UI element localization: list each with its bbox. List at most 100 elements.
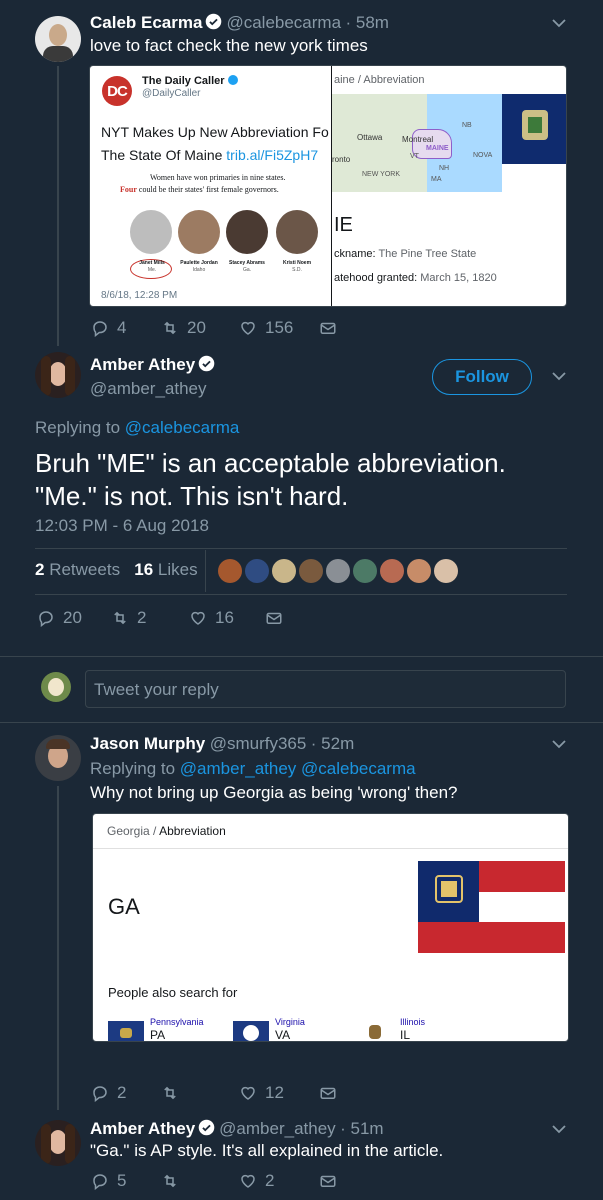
retweet-button[interactable]	[161, 1084, 239, 1102]
heart-icon	[241, 321, 255, 335]
avatar[interactable]	[35, 735, 81, 781]
like-button[interactable]: 2	[239, 1171, 319, 1191]
follow-button[interactable]: Follow	[432, 359, 532, 395]
verified-badge-icon	[198, 1119, 215, 1136]
reply-button[interactable]: 20	[37, 608, 111, 628]
tweet-time[interactable]: · 58m	[346, 13, 389, 32]
chevron-down-icon[interactable]	[552, 740, 566, 749]
tweet-media-image[interactable]: DC The Daily Caller @DailyCaller NYT Mak…	[89, 65, 567, 307]
chevron-down-icon[interactable]	[552, 1125, 566, 1134]
candidate-sublabel: Me.	[147, 267, 157, 273]
dc-excerpt-2: Four could be their states' first female…	[120, 185, 279, 194]
section-divider	[0, 656, 603, 657]
tweet-time[interactable]: · 51m	[340, 1119, 383, 1138]
illinois-flag[interactable]	[363, 1021, 387, 1041]
reply-button[interactable]: 4	[91, 318, 161, 338]
verified-badge-icon	[206, 13, 222, 30]
chevron-down-icon[interactable]	[552, 19, 566, 28]
like-button[interactable]: 12	[239, 1083, 319, 1103]
candidate-sublabel: Idaho	[192, 267, 206, 273]
tweet-media-image[interactable]: Georgia / Abbreviation GA People also se…	[92, 813, 569, 1042]
candidate-sublabel: Ga.	[242, 267, 252, 273]
direct-message-button[interactable]	[319, 1172, 345, 1190]
candidate-photo	[178, 210, 220, 254]
dc-name: The Daily Caller	[142, 75, 238, 87]
retweet-button[interactable]	[161, 1172, 239, 1190]
like-count: 156	[265, 318, 294, 337]
pennsylvania-flag[interactable]	[108, 1021, 144, 1041]
reply-icon	[93, 1086, 107, 1102]
thread-line	[57, 66, 59, 346]
author-name[interactable]: Amber Athey	[90, 1119, 195, 1138]
tweet-timestamp[interactable]: 12:03 PM - 6 Aug 2018	[35, 516, 209, 536]
reply-icon	[93, 321, 107, 337]
like-count: 16	[215, 608, 234, 627]
related-state-name[interactable]: Pennsylvania	[150, 1017, 204, 1027]
retweet-icon	[164, 321, 176, 335]
retweet-icon	[164, 1174, 176, 1188]
related-state-name[interactable]: Illinois	[400, 1017, 425, 1027]
main-tweet-text: Bruh "ME" is an acceptable abbreviation.…	[35, 448, 506, 511]
tweet-actions: 2 12	[91, 1083, 345, 1103]
tweet-header: Jason Murphy @smurfy365 · 52m	[90, 734, 354, 754]
tweet-actions: 20 2 16	[37, 608, 291, 628]
heart-icon	[191, 611, 205, 625]
direct-message-button[interactable]	[319, 1084, 345, 1102]
retweets-stat[interactable]: 2 Retweets	[35, 560, 120, 579]
retweet-count: 20	[187, 318, 206, 337]
likers-avatars[interactable]	[218, 559, 463, 585]
map-image: NB Ottawa Montreal MAINE NOVA VT ronto N…	[332, 94, 502, 192]
like-button[interactable]: 16	[189, 608, 265, 628]
author-handle[interactable]: @amber_athey	[219, 1119, 336, 1138]
like-button[interactable]: 156	[239, 318, 319, 338]
divider	[35, 548, 567, 549]
reply-mention-link[interactable]: @calebecarma	[125, 418, 240, 437]
author-name[interactable]: Amber Athey	[90, 355, 219, 375]
candidate-photo	[130, 210, 172, 254]
author-handle[interactable]: @smurfy365	[210, 734, 307, 753]
reply-mention-link[interactable]: @amber_athey @calebecarma	[180, 759, 416, 778]
reply-count: 20	[63, 608, 82, 627]
like-count: 12	[265, 1083, 284, 1102]
avatar[interactable]	[35, 16, 81, 62]
related-state-name[interactable]: Virginia	[275, 1017, 305, 1027]
tweet-text: love to fact check the new york times	[90, 36, 368, 55]
author-name[interactable]: Caleb Ecarma	[90, 13, 202, 32]
tweet-text: Why not bring up Georgia as being 'wrong…	[90, 783, 458, 802]
retweet-button[interactable]: 20	[161, 318, 239, 338]
tweet-time[interactable]: · 52m	[311, 734, 354, 753]
thread-line	[57, 786, 59, 1110]
reply-button[interactable]: 5	[91, 1171, 161, 1191]
envelope-icon	[320, 322, 336, 334]
candidate-photo	[226, 210, 268, 254]
likes-stat[interactable]: 16 Likes	[134, 560, 197, 579]
divider	[35, 594, 567, 595]
author-name[interactable]: Jason Murphy	[90, 734, 205, 753]
dc-logo: DC	[102, 76, 132, 106]
envelope-icon	[320, 1175, 336, 1187]
tweet-header: Caleb Ecarma @calebecarma · 58m	[90, 13, 389, 33]
candidate-label: Kristi Noem	[282, 260, 312, 266]
maine-nickname: ckname: The Pine Tree State	[334, 248, 477, 260]
direct-message-button[interactable]	[319, 319, 345, 337]
divider	[205, 550, 206, 592]
verified-badge-icon	[198, 355, 215, 372]
section-divider	[0, 722, 603, 723]
avatar[interactable]	[35, 1120, 81, 1166]
author-handle[interactable]: @calebecarma	[226, 13, 341, 32]
virginia-flag[interactable]	[233, 1021, 269, 1041]
chevron-down-icon[interactable]	[552, 372, 566, 381]
envelope-icon	[266, 612, 282, 624]
author-handle[interactable]: @amber_athey	[90, 379, 207, 399]
heart-icon	[241, 1086, 255, 1100]
candidate-label: Janet Mills	[139, 260, 165, 266]
retweet-button[interactable]: 2	[111, 608, 189, 628]
direct-message-button[interactable]	[265, 609, 291, 627]
people-also-search: People also search for	[108, 985, 238, 1000]
avatar[interactable]	[35, 352, 81, 398]
maine-flag	[502, 94, 566, 164]
retweet-icon	[164, 1086, 176, 1100]
reply-button[interactable]: 2	[91, 1083, 161, 1103]
reply-input[interactable]: Tweet your reply	[85, 670, 566, 708]
replying-to: Replying to @calebecarma	[35, 418, 240, 437]
